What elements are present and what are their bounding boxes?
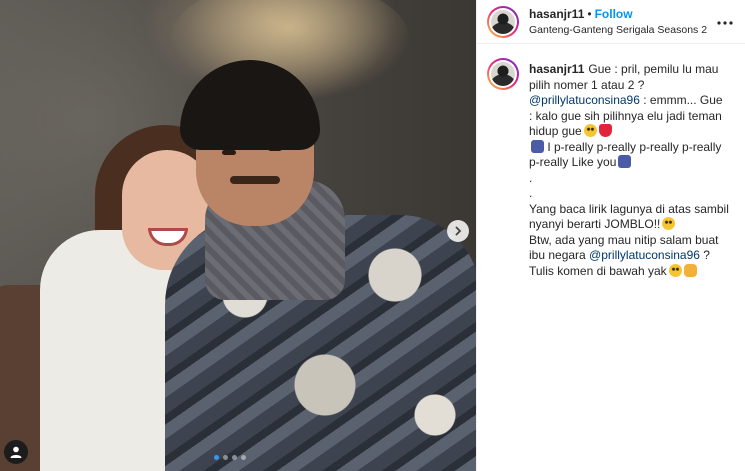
carousel-dot-active	[214, 455, 219, 460]
post-photo[interactable]	[0, 0, 476, 471]
caption-line-6: Tulis komen di bawah yak	[529, 263, 667, 278]
photo-man-eye-left	[222, 150, 236, 155]
caption-line-5-end: ?	[699, 248, 710, 262]
grinning-face-emoji	[583, 124, 597, 137]
header-username[interactable]: hasanjr11	[529, 7, 584, 21]
caption-dot-2: .	[529, 186, 533, 200]
carousel-dot	[223, 455, 228, 460]
post-location[interactable]: Ganteng-Ganteng Serigala Seasons 2	[529, 24, 707, 36]
carousel-dot	[241, 455, 246, 460]
header-separator: •	[587, 7, 592, 21]
chevron-right-icon[interactable]	[447, 220, 469, 242]
caption-avatar[interactable]	[487, 58, 519, 90]
carousel-indicator	[214, 455, 246, 460]
user-tag-icon[interactable]	[4, 440, 28, 464]
post-sidebar: hasanjr11 • Follow Ganteng-Ganteng Serigal…	[476, 0, 745, 471]
caption-line-4: Yang baca lirik lagunya di atas sambil n…	[529, 201, 729, 232]
avatar-image	[491, 9, 515, 34]
post-caption: hasanjr11 Gue : pril, pemilu lu mau pilih…	[477, 44, 745, 279]
heart-emoji	[598, 124, 612, 137]
carousel-dot	[232, 455, 237, 460]
caption-mention[interactable]: @prillylatuconsina96	[529, 93, 640, 107]
avatar[interactable]	[487, 5, 519, 38]
photo-man-mustache	[230, 176, 280, 184]
caption-dot-1: .	[529, 170, 533, 185]
caption-avatar-image	[491, 62, 515, 86]
caption-text: hasanjr11 Gue : pril, pemilu lu mau pilih…	[529, 62, 729, 279]
follow-button[interactable]: Follow	[595, 7, 633, 21]
pointing-hand-emoji	[683, 263, 697, 277]
bus-emoji	[531, 139, 544, 153]
caption-username[interactable]: hasanjr11	[529, 62, 584, 76]
camera-emoji	[618, 155, 632, 168]
caption-mention-2[interactable]: @prillylatuconsina96	[589, 248, 700, 262]
post-header: hasanjr11 • Follow Ganteng-Ganteng Serigal…	[477, 0, 745, 44]
laughing-face-emoji	[662, 217, 676, 230]
more-options-icon[interactable]	[717, 13, 733, 29]
smiling-face-emoji	[668, 263, 682, 277]
